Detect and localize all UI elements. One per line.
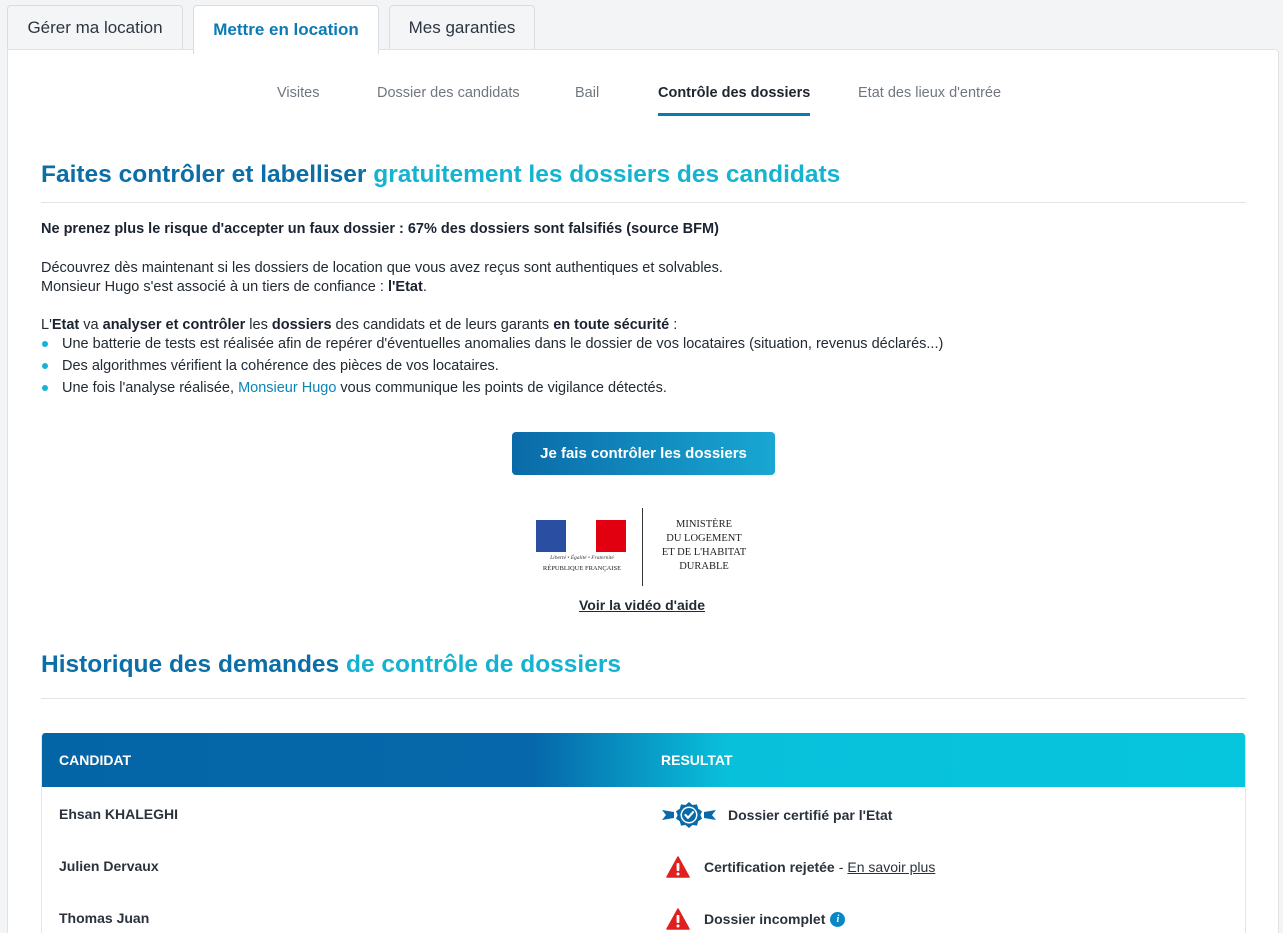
table-row: Julien Dervaux Certification rejetée - E… (42, 839, 1245, 891)
column-header-candidat: CANDIDAT (59, 752, 132, 768)
warning-text: Ne prenez plus le risque d'accepter un f… (41, 219, 719, 239)
lead-part: des candidats et de leurs garants (331, 317, 554, 333)
top-tabs: Gérer ma location Mettre en location Mes… (7, 5, 545, 54)
candidate-name: Julien Dervaux (59, 858, 159, 874)
tab-mettre-en-location[interactable]: Mettre en location (193, 5, 379, 54)
ministry-line: DURABLE (679, 561, 729, 572)
marianne-flag-icon (536, 520, 626, 552)
feature-list: Une batterie de tests est réalisée afin … (41, 333, 943, 399)
intro-line-2-text: Monsieur Hugo s'est associé à un tiers d… (41, 279, 384, 295)
lead-bold: dossiers (271, 317, 332, 333)
feature-item: Une batterie de tests est réalisée afin … (41, 333, 943, 355)
logo-divider (642, 508, 643, 586)
table-row: Thomas Juan Dossier incomplet i (42, 891, 1245, 933)
divider (41, 202, 1246, 203)
learn-more-link[interactable]: En savoir plus (847, 859, 935, 875)
feature-item: Des algorithmes vérifient la cohérence d… (41, 355, 943, 377)
column-header-resultat: RESULTAT (661, 752, 733, 768)
ministry-line: DU LOGEMENT (666, 533, 742, 544)
monsieur-hugo-link[interactable]: Monsieur Hugo (238, 380, 336, 396)
result-status: Dossier certifié par l'Etat (728, 807, 893, 823)
ministry-line: ET DE L'HABITAT (661, 547, 747, 558)
warning-icon (666, 856, 690, 878)
lead-part: les (245, 317, 272, 333)
intro-line-2: Monsieur Hugo s'est associé à un tiers d… (41, 277, 427, 297)
flag-white-stripe (566, 520, 596, 552)
subnav-bail[interactable]: Bail (575, 85, 599, 101)
result-status: Dossier incomplet (704, 911, 826, 927)
help-video-link[interactable]: Voir la vidéo d'aide (579, 597, 705, 613)
intro-line-2-bold: l'Etat (387, 279, 423, 295)
lead-part: va (79, 317, 103, 333)
warning-bold: Ne prenez plus le risque d'accepter un f… (41, 221, 719, 237)
republic-name: RÉPUBLIQUE FRANÇAISE (542, 565, 622, 572)
flag-blue-stripe (536, 520, 566, 552)
republic-motto: Liberté • Égalité • Fraternité (550, 555, 614, 561)
subnav-visites[interactable]: Visites (277, 85, 319, 101)
subnav-etat-des-lieux[interactable]: Etat des lieux d'entrée (858, 85, 1001, 101)
subnav-dossier-candidats[interactable]: Dossier des candidats (377, 85, 520, 101)
table-row: Ehsan KHALEGHI Dossier certifié par l'Et… (42, 787, 1245, 839)
separator: - (838, 859, 844, 875)
intro-line-1: Découvrez dès maintenant si les dossiers… (41, 260, 723, 276)
ministry-logo: Liberté • Égalité • Fraternité RÉPUBLIQU… (536, 508, 758, 586)
result-cell: Dossier certifié par l'Etat (660, 801, 892, 829)
tab-mes-garanties[interactable]: Mes garanties (389, 5, 535, 49)
feature-item-text: vous communique les points de vigilance … (340, 380, 667, 396)
warning-icon (666, 908, 690, 930)
result-cell: Certification rejetée - En savoir plus (666, 853, 935, 881)
intro-line-2-end: . (422, 279, 427, 295)
section-title-part-a: Historique des demandes (41, 651, 340, 678)
lead-bold: analyser et contrôler (102, 317, 246, 333)
lead-bold: en toute sécurité (553, 317, 670, 333)
section-title-part-b: gratuitement les dossiers des candidats (373, 161, 841, 188)
lead-part: : (669, 317, 678, 333)
ministry-line: MINISTÈRE (676, 519, 732, 530)
divider (41, 698, 1246, 699)
section-title-part-a: Faites contrôler et labelliser (41, 161, 367, 188)
request-control-button[interactable]: Je fais contrôler les dossiers (512, 432, 775, 475)
subnav-controle-dossiers[interactable]: Contrôle des dossiers (658, 85, 811, 116)
sub-navigation: Visites Dossier des candidats Bail Contr… (8, 79, 1278, 119)
tab-gerer-ma-location[interactable]: Gérer ma location (7, 5, 183, 49)
table-header: CANDIDAT RESULTAT (42, 733, 1245, 787)
section-title-controle: Faites contrôler et labelliser gratuitem… (41, 161, 840, 189)
ministry-name: MINISTÈRE DU LOGEMENT ET DE L'HABITAT DU… (650, 518, 758, 574)
result-status: Certification rejetée (704, 859, 835, 875)
certified-badge-icon (662, 802, 716, 828)
result-cell: Dossier incomplet i (666, 905, 846, 933)
lead-part: L' (41, 317, 52, 333)
section-title-historique: Historique des demandes de contrôle de d… (41, 651, 621, 679)
info-icon[interactable]: i (830, 911, 846, 927)
candidate-name: Ehsan KHALEGHI (59, 806, 179, 822)
lead-bold: Etat (51, 317, 80, 333)
main-panel: Visites Dossier des candidats Bail Contr… (7, 49, 1279, 933)
feature-item: Une fois l'analyse réalisée, Monsieur Hu… (41, 377, 943, 399)
history-table: CANDIDAT RESULTAT Ehsan KHALEGHI Dossier… (41, 733, 1246, 933)
feature-item-text: Une fois l'analyse réalisée, (62, 380, 235, 396)
candidate-name: Thomas Juan (59, 910, 150, 926)
lead-sentence: L'Etat va analyser et contrôler les doss… (41, 315, 677, 335)
section-title-part-b: de contrôle de dossiers (345, 651, 622, 678)
flag-red-stripe (596, 520, 626, 552)
